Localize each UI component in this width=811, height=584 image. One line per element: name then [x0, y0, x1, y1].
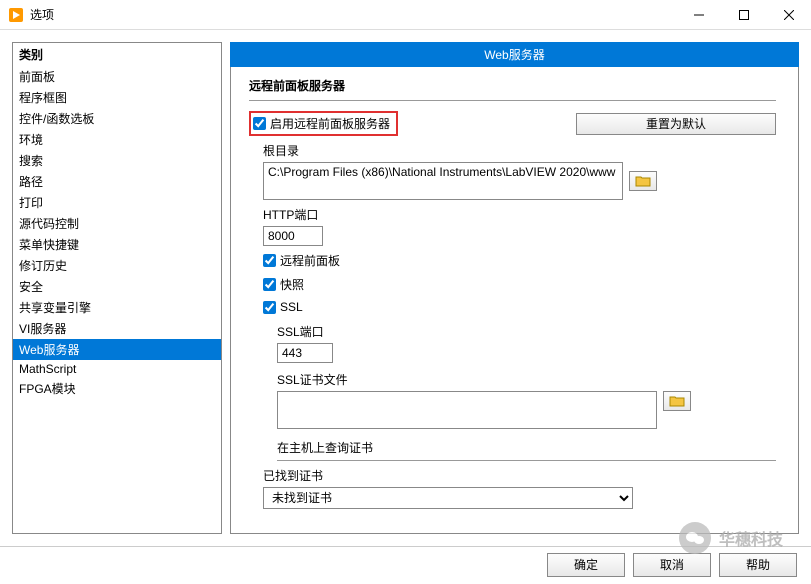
- ok-button[interactable]: 确定: [547, 553, 625, 577]
- sidebar-item-10[interactable]: 安全: [13, 276, 221, 297]
- ssl-port-input[interactable]: [277, 343, 333, 363]
- page-title-bar: Web服务器: [230, 42, 799, 67]
- http-port-input[interactable]: [263, 226, 323, 246]
- sidebar-item-1[interactable]: 程序框图: [13, 87, 221, 108]
- sidebar-item-0[interactable]: 前面板: [13, 66, 221, 87]
- settings-panel: 远程前面板服务器 启用远程前面板服务器 重置为默认 根目录 HTTP端口: [230, 67, 799, 534]
- ssl-cert-file-input[interactable]: [277, 391, 657, 429]
- sidebar-item-12[interactable]: VI服务器: [13, 318, 221, 339]
- http-port-label: HTTP端口: [263, 206, 776, 223]
- sidebar-item-6[interactable]: 打印: [13, 192, 221, 213]
- category-header: 类别: [13, 43, 221, 66]
- sidebar-item-9[interactable]: 修订历史: [13, 255, 221, 276]
- enable-remote-panel-checkbox[interactable]: 启用远程前面板服务器: [253, 115, 390, 132]
- sidebar-item-5[interactable]: 路径: [13, 171, 221, 192]
- browse-ssl-cert-button[interactable]: [663, 391, 691, 411]
- reset-defaults-button[interactable]: 重置为默认: [576, 113, 776, 135]
- snapshot-checkbox[interactable]: 快照: [263, 276, 304, 293]
- root-dir-label: 根目录: [263, 142, 776, 159]
- ssl-label: SSL: [280, 300, 303, 314]
- sidebar-item-3[interactable]: 环境: [13, 129, 221, 150]
- sidebar-item-8[interactable]: 菜单快捷键: [13, 234, 221, 255]
- app-logo-icon: [8, 7, 24, 23]
- ssl-checkbox[interactable]: SSL: [263, 300, 303, 314]
- category-sidebar[interactable]: 类别 前面板程序框图控件/函数选板环境搜索路径打印源代码控制菜单快捷键修订历史安…: [12, 42, 222, 534]
- sidebar-item-13[interactable]: Web服务器: [13, 339, 221, 360]
- sidebar-item-15[interactable]: FPGA模块: [13, 378, 221, 399]
- help-button[interactable]: 帮助: [719, 553, 797, 577]
- divider: [277, 460, 776, 461]
- window-title: 选项: [30, 6, 676, 23]
- maximize-button[interactable]: [721, 0, 766, 30]
- dialog-footer: 确定 取消 帮助: [0, 546, 811, 582]
- host-lookup-label: 在主机上查询证书: [277, 439, 776, 456]
- ssl-port-label: SSL端口: [277, 323, 776, 340]
- enable-label: 启用远程前面板服务器: [270, 115, 390, 132]
- divider: [249, 100, 776, 101]
- enable-highlight: 启用远程前面板服务器: [249, 111, 398, 136]
- root-dir-input[interactable]: [263, 162, 623, 200]
- sidebar-item-2[interactable]: 控件/函数选板: [13, 108, 221, 129]
- titlebar: 选项: [0, 0, 811, 30]
- browse-root-button[interactable]: [629, 171, 657, 191]
- sidebar-item-11[interactable]: 共享变量引擎: [13, 297, 221, 318]
- sidebar-item-4[interactable]: 搜索: [13, 150, 221, 171]
- sidebar-item-14[interactable]: MathScript: [13, 360, 221, 378]
- found-cert-select[interactable]: 未找到证书: [263, 487, 633, 509]
- remote-panel-checkbox[interactable]: 远程前面板: [263, 252, 340, 269]
- minimize-button[interactable]: [676, 0, 721, 30]
- snapshot-label: 快照: [280, 276, 304, 293]
- sidebar-item-7[interactable]: 源代码控制: [13, 213, 221, 234]
- remote-panel-label: 远程前面板: [280, 252, 340, 269]
- cancel-button[interactable]: 取消: [633, 553, 711, 577]
- close-button[interactable]: [766, 0, 811, 30]
- ssl-cert-file-label: SSL证书文件: [277, 371, 776, 388]
- section-title: 远程前面板服务器: [249, 77, 776, 94]
- found-cert-label: 已找到证书: [263, 467, 776, 484]
